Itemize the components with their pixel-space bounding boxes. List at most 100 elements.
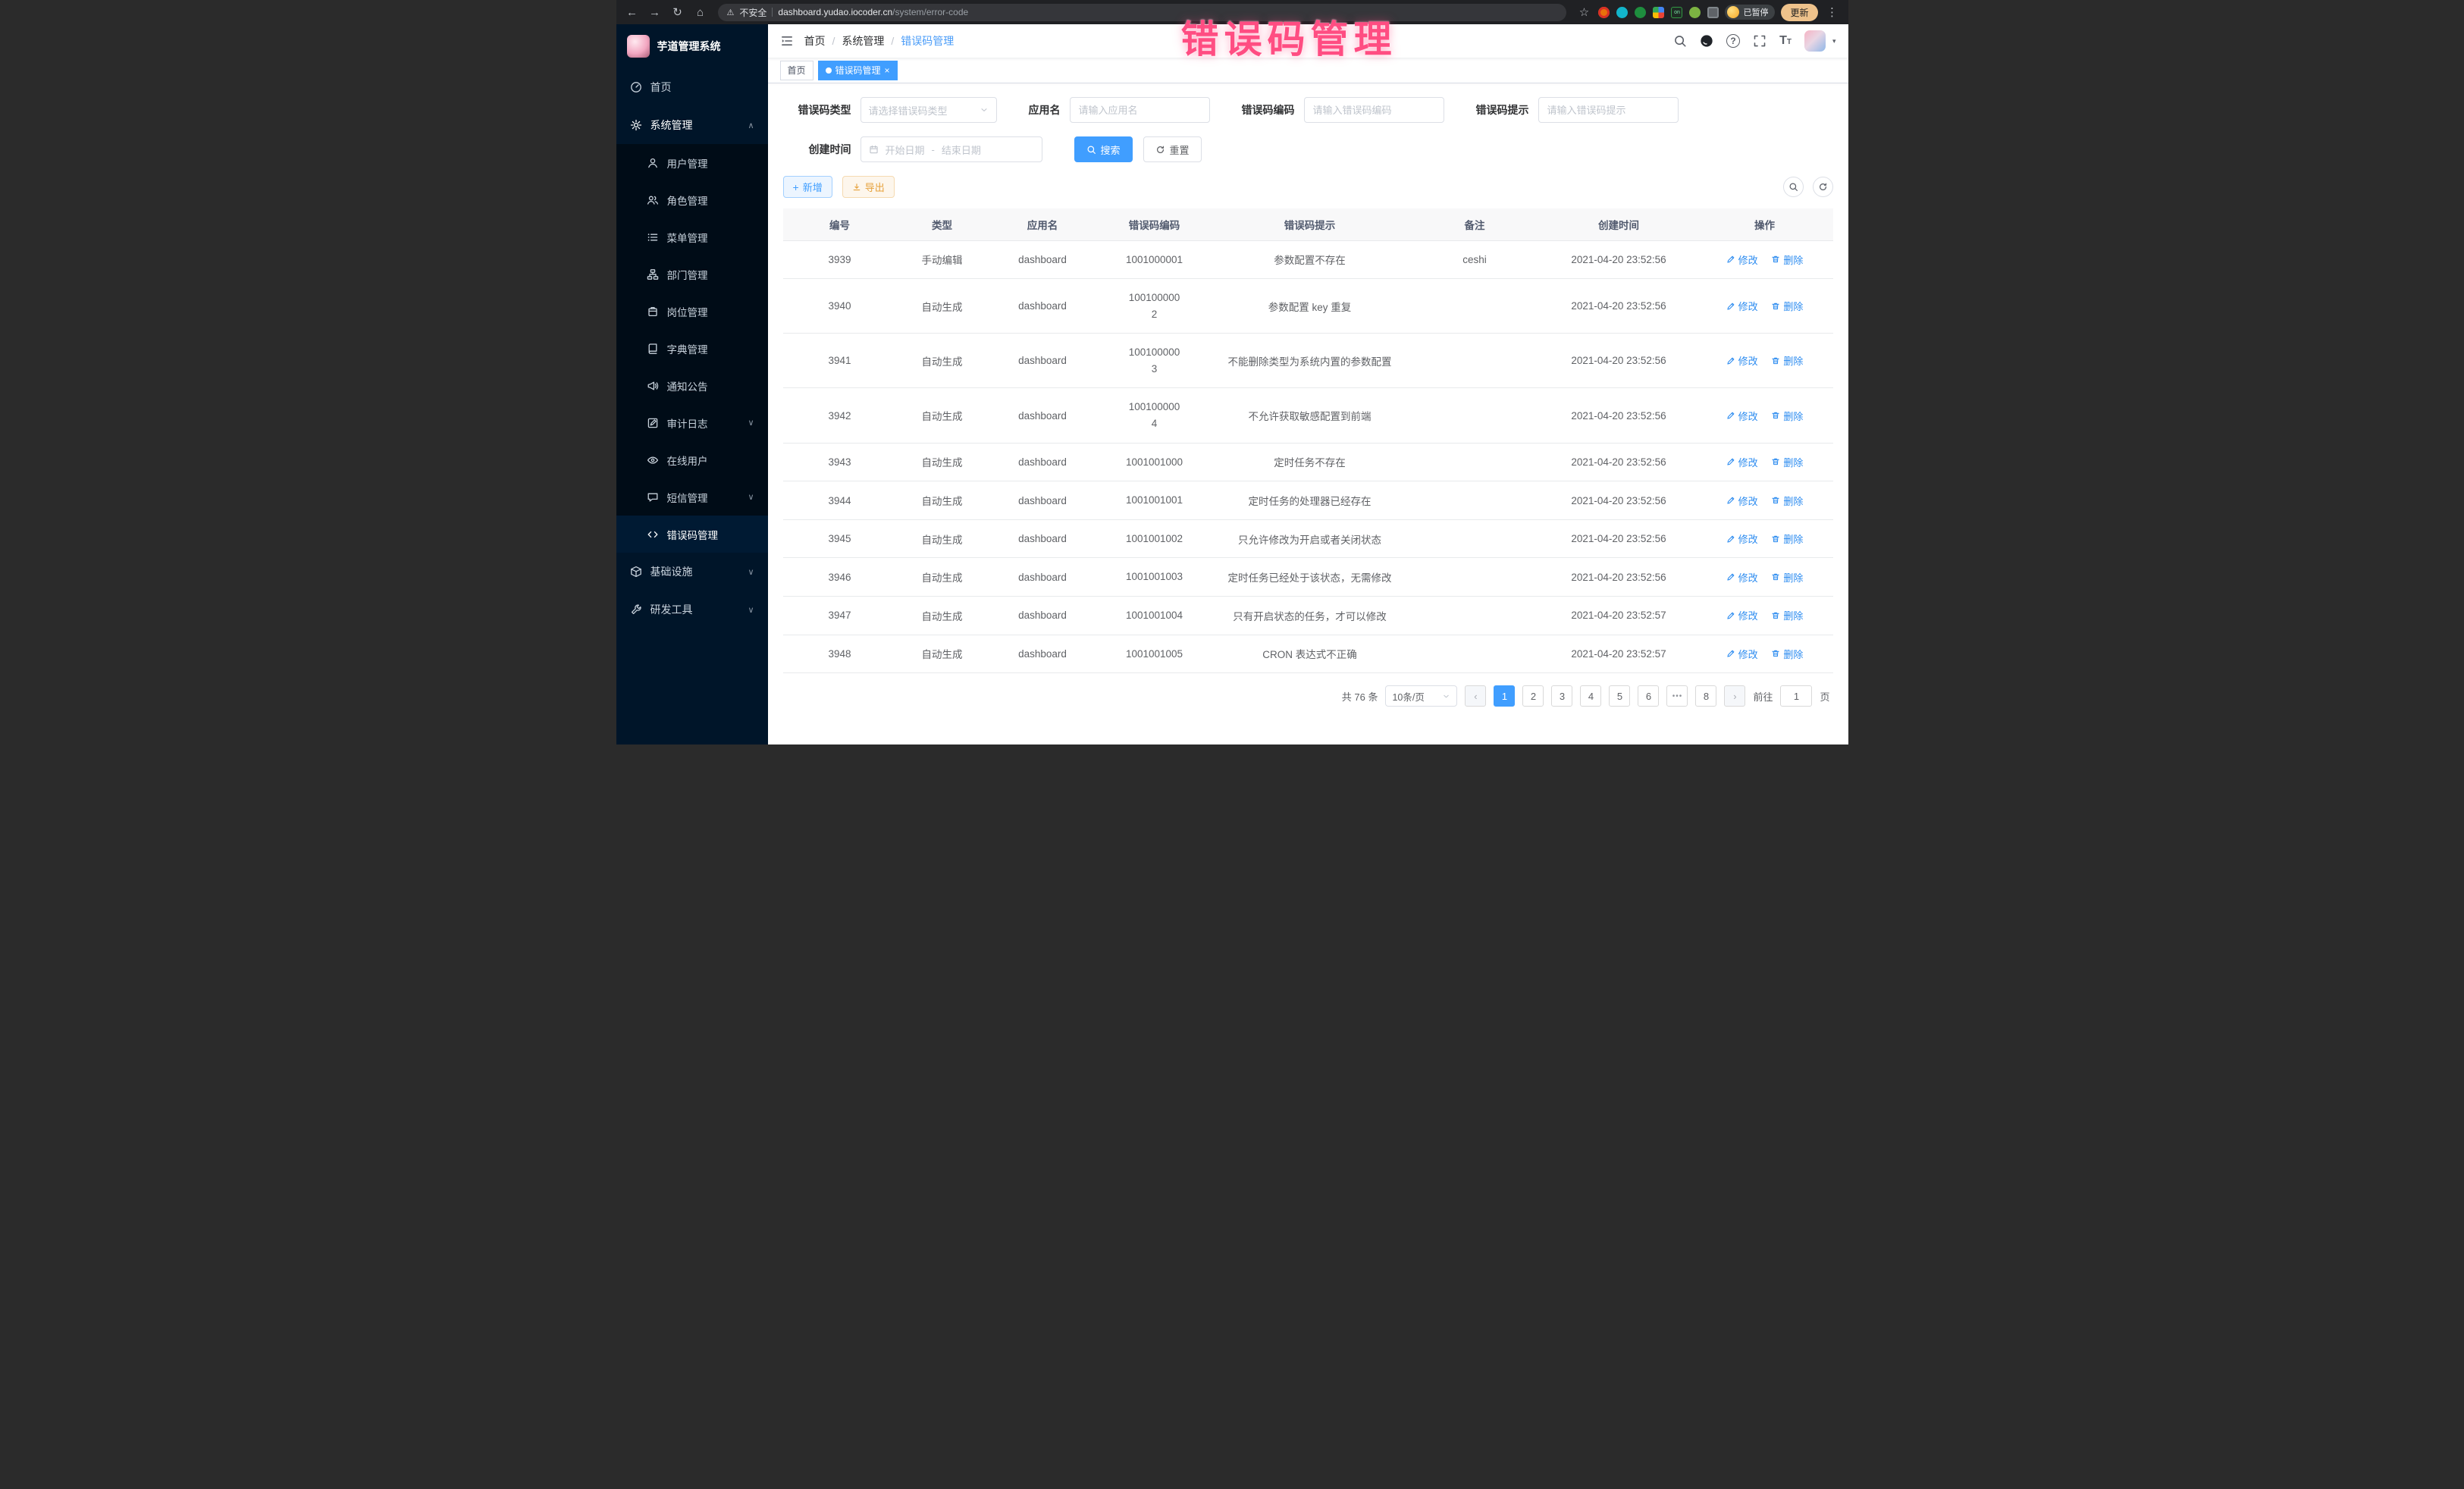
error-hint-input[interactable] <box>1538 97 1679 123</box>
sidebar-item-notices[interactable]: 通知公告 <box>616 367 768 404</box>
address-bar[interactable]: ⚠ 不安全 dashboard.yudao.iocoder.cn/system/… <box>718 4 1567 21</box>
bookmark-star-icon[interactable]: ☆ <box>1575 5 1592 19</box>
user-avatar[interactable] <box>1804 30 1826 52</box>
tab-home[interactable]: 首页 <box>780 61 813 80</box>
refresh-table-button[interactable] <box>1813 177 1833 197</box>
edit-link[interactable]: 修改 <box>1726 353 1758 368</box>
font-size-icon[interactable]: TT <box>1779 34 1792 48</box>
pagination-page-1[interactable]: 1 <box>1494 685 1515 707</box>
extension-icon-on[interactable]: on <box>1671 7 1682 18</box>
extension-icon-teal[interactable] <box>1616 7 1628 18</box>
delete-link[interactable]: 删除 <box>1771 608 1803 622</box>
extension-icon-red[interactable] <box>1598 7 1610 18</box>
sidebar-item-sms[interactable]: 短信管理 ∨ <box>616 478 768 516</box>
sidebar-item-users[interactable]: 用户管理 <box>616 144 768 181</box>
home-icon[interactable]: ⌂ <box>692 6 709 19</box>
pagination-page-5[interactable]: 5 <box>1609 685 1630 707</box>
forward-icon[interactable]: → <box>647 6 663 19</box>
fullscreen-icon[interactable] <box>1753 34 1766 48</box>
pagination-page-4[interactable]: 4 <box>1580 685 1601 707</box>
github-icon[interactable] <box>1700 34 1713 48</box>
table-row: 3943 自动生成 dashboard 1001001000 定时任务不存在 2… <box>783 443 1833 481</box>
delete-link[interactable]: 删除 <box>1771 570 1803 585</box>
date-start-placeholder: 开始日期 <box>886 143 925 157</box>
sidebar-item-departments[interactable]: 部门管理 <box>616 255 768 293</box>
reset-button[interactable]: 重置 <box>1143 136 1202 162</box>
extensions-puzzle-icon[interactable] <box>1707 7 1719 18</box>
delete-link[interactable]: 删除 <box>1771 531 1803 546</box>
sidebar-item-devtools[interactable]: 研发工具 ∨ <box>616 591 768 629</box>
pagination-page-8[interactable]: 8 <box>1695 685 1716 707</box>
error-type-select[interactable]: 请选择错误码类型 <box>861 97 997 123</box>
cell-type: 自动生成 <box>897 334 988 388</box>
export-button[interactable]: 导出 <box>842 176 895 198</box>
page-goto-input[interactable] <box>1780 685 1812 707</box>
pagination-page-6[interactable]: 6 <box>1638 685 1659 707</box>
sidebar-item-audit-log[interactable]: 审计日志 ∨ <box>616 404 768 441</box>
extension-icon-grid[interactable] <box>1653 7 1664 18</box>
delete-link[interactable]: 删除 <box>1771 252 1803 267</box>
edit-link[interactable]: 修改 <box>1726 299 1758 313</box>
edit-link[interactable]: 修改 <box>1726 455 1758 469</box>
sidebar-item-home[interactable]: 首页 <box>616 68 768 106</box>
delete-link[interactable]: 删除 <box>1771 494 1803 508</box>
edit-link[interactable]: 修改 <box>1726 252 1758 267</box>
pagination-page-3[interactable]: 3 <box>1551 685 1572 707</box>
sidebar-item-dictionary[interactable]: 字典管理 <box>616 330 768 367</box>
search-icon[interactable] <box>1673 34 1687 48</box>
tab-error-code[interactable]: 错误码管理 × <box>818 61 898 80</box>
sidebar-item-system[interactable]: 系统管理 ∧ <box>616 106 768 144</box>
delete-link[interactable]: 删除 <box>1771 409 1803 423</box>
reload-icon[interactable]: ↻ <box>669 5 686 19</box>
sidebar-item-roles[interactable]: 角色管理 <box>616 181 768 218</box>
sidebar-item-online-users[interactable]: 在线用户 <box>616 441 768 478</box>
edit-link[interactable]: 修改 <box>1726 531 1758 546</box>
pagination-prev-button[interactable]: ‹ <box>1465 685 1486 707</box>
edit-link[interactable]: 修改 <box>1726 494 1758 508</box>
table-row: 3946 自动生成 dashboard 1001001003 定时任务已经处于该… <box>783 558 1833 597</box>
edit-link[interactable]: 修改 <box>1726 570 1758 585</box>
add-button[interactable]: + 新增 <box>783 176 832 198</box>
chrome-update-button[interactable]: 更新 <box>1781 4 1817 21</box>
sidebar-item-menus[interactable]: 菜单管理 <box>616 218 768 255</box>
cell-app: dashboard <box>988 443 1098 481</box>
delete-link[interactable]: 删除 <box>1771 299 1803 313</box>
tab-close-icon[interactable]: × <box>885 66 890 75</box>
browser-menu-icon[interactable]: ⋮ <box>1824 5 1841 19</box>
download-icon <box>852 183 861 192</box>
extension-icon-leaf[interactable] <box>1689 7 1701 18</box>
edit-link[interactable]: 修改 <box>1726 608 1758 622</box>
search-button[interactable]: 搜索 <box>1074 136 1133 162</box>
sidebar-toggle-icon[interactable] <box>780 34 794 48</box>
edit-link[interactable]: 修改 <box>1726 647 1758 661</box>
error-code-input[interactable] <box>1304 97 1444 123</box>
app-name-input[interactable] <box>1070 97 1210 123</box>
trash-icon <box>1771 496 1780 505</box>
sidebar-item-posts[interactable]: 岗位管理 <box>616 293 768 330</box>
pencil-icon <box>1726 496 1735 505</box>
profile-paused-badge[interactable]: 已暂停 <box>1725 5 1775 20</box>
pagination-ellipsis[interactable]: ••• <box>1666 685 1688 707</box>
cell-actions: 修改 删除 <box>1697 443 1833 481</box>
sidebar-item-error-code[interactable]: 错误码管理 <box>616 516 768 553</box>
table-row: 3942 自动生成 dashboard 100100000 4 不允许获取敏感配… <box>783 388 1833 443</box>
delete-link[interactable]: 删除 <box>1771 647 1803 661</box>
pagination-page-2[interactable]: 2 <box>1522 685 1544 707</box>
avatar-caret-icon[interactable]: ▾ <box>1832 37 1836 45</box>
help-icon[interactable]: ? <box>1726 34 1740 48</box>
sidebar-item-infrastructure[interactable]: 基础设施 ∨ <box>616 553 768 591</box>
trash-icon <box>1771 611 1780 620</box>
page-size-select[interactable]: 10条/页 <box>1385 685 1457 707</box>
toggle-search-button[interactable] <box>1783 177 1804 197</box>
url-text: dashboard.yudao.iocoder.cn/system/error-… <box>778 7 968 17</box>
breadcrumb-system[interactable]: 系统管理 <box>842 33 884 49</box>
breadcrumb-home[interactable]: 首页 <box>804 33 826 49</box>
back-icon[interactable]: ← <box>624 6 641 19</box>
extension-icon-green[interactable] <box>1635 7 1646 18</box>
pagination-next-button[interactable]: › <box>1724 685 1745 707</box>
delete-link[interactable]: 删除 <box>1771 455 1803 469</box>
edit-link[interactable]: 修改 <box>1726 409 1758 423</box>
date-range-picker[interactable]: 开始日期 - 结束日期 <box>861 136 1042 162</box>
breadcrumb: 首页 / 系统管理 / 错误码管理 <box>804 33 955 49</box>
delete-link[interactable]: 删除 <box>1771 353 1803 368</box>
